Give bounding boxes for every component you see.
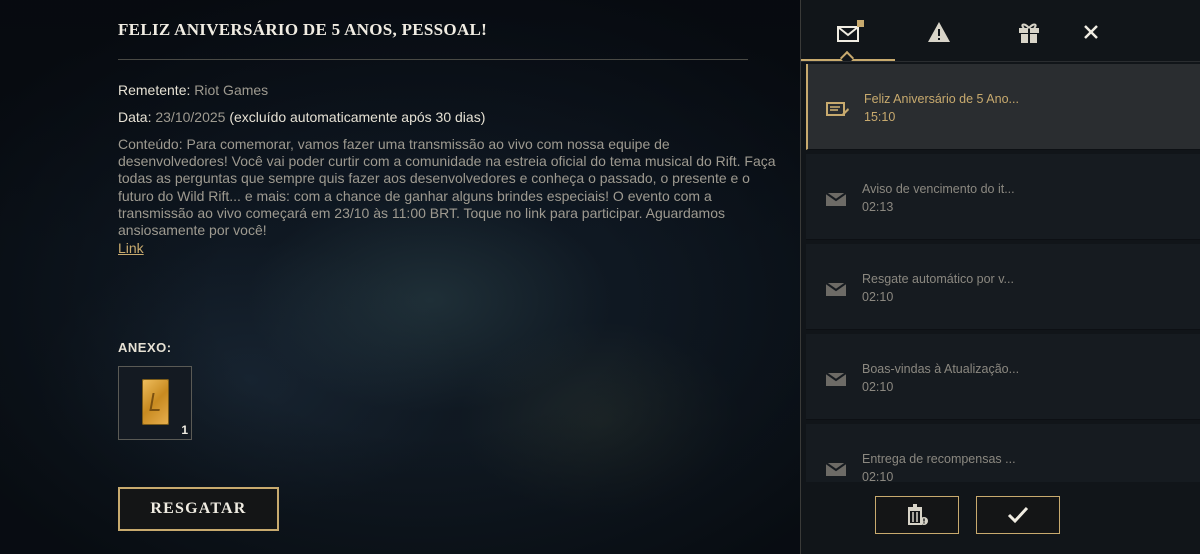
mail-icon: [825, 462, 847, 476]
tab-gifts[interactable]: [1011, 14, 1047, 50]
mail-list-item[interactable]: Boas-vindas à Atualização... 02:10: [806, 334, 1200, 420]
mail-sidebar: Feliz Aniversário de 5 Ano... 15:10 Avis…: [800, 0, 1200, 554]
delete-read-button[interactable]: [875, 496, 959, 534]
tab-mail[interactable]: [831, 14, 867, 50]
content-text: Para comemorar, vamos fazer uma transmis…: [118, 136, 776, 239]
mail-subject: Aviso de vencimento do it...: [862, 182, 1015, 196]
gift-badge-icon: [857, 20, 864, 27]
mail-subject: Resgate automático por v...: [862, 272, 1014, 286]
mail-icon: [825, 282, 847, 296]
mail-subject: Feliz Aniversário de 5 Ano...: [864, 92, 1019, 106]
mail-list-item[interactable]: Resgate automático por v... 02:10: [806, 244, 1200, 330]
mail-date: Data: 23/10/2025 (excluído automaticamen…: [118, 109, 485, 125]
mail-list-item[interactable]: Aviso de vencimento do it... 02:13: [806, 154, 1200, 240]
tab-warnings[interactable]: [921, 14, 957, 50]
checkmark-icon: [1007, 506, 1029, 524]
trash-icon: [908, 504, 928, 525]
mail-link[interactable]: Link: [118, 240, 144, 256]
content-label: Conteúdo:: [118, 136, 183, 152]
collect-all-button[interactable]: [976, 496, 1060, 534]
attachment-item[interactable]: 1: [118, 366, 192, 440]
warning-icon: [928, 22, 950, 42]
mail-icon: [825, 192, 847, 206]
mail-time: 02:13: [862, 200, 894, 214]
mail-list-item[interactable]: Entrega de recompensas ... 02:10: [806, 424, 1200, 482]
date-label: Data:: [118, 109, 152, 125]
sidebar-tabs: [801, 0, 1200, 66]
mail-time: 02:10: [862, 290, 894, 304]
mail-time: 02:10: [862, 380, 894, 394]
redeem-button[interactable]: RESGATAR: [118, 487, 279, 531]
tab-close[interactable]: [1073, 14, 1109, 50]
sender-label: Remetente:: [118, 82, 191, 98]
attachment-quantity: 1: [181, 423, 188, 437]
close-icon: [1084, 25, 1098, 39]
mail-list-item[interactable]: Feliz Aniversário de 5 Ano... 15:10: [806, 64, 1200, 150]
mail-icon: [825, 372, 847, 386]
mail-sender: Remetente: Riot Games: [118, 82, 268, 98]
mail-list[interactable]: Feliz Aniversário de 5 Ano... 15:10 Avis…: [801, 62, 1200, 482]
mail-content: Conteúdo: Para comemorar, vamos fazer um…: [118, 136, 783, 239]
sender-value: Riot Games: [194, 82, 269, 98]
mail-time: 15:10: [864, 110, 896, 124]
date-value: 23/10/2025: [155, 109, 226, 125]
gift-icon: [1019, 23, 1039, 43]
mail-subject: Boas-vindas à Atualização...: [862, 362, 1020, 376]
mail-subject: Entrega de recompensas ...: [862, 452, 1016, 466]
mail-time: 02:10: [862, 470, 894, 482]
date-note: (excluído automaticamente após 30 dias): [229, 109, 486, 125]
mail-icon: [837, 20, 864, 42]
mail-read-icon: [826, 102, 849, 116]
mail-title: FELIZ ANIVERSÁRIO DE 5 ANOS, PESSOAL!: [118, 20, 488, 39]
title-divider: [118, 59, 748, 60]
attachment-label: ANEXO:: [118, 340, 172, 355]
reward-card-icon: [142, 379, 169, 425]
